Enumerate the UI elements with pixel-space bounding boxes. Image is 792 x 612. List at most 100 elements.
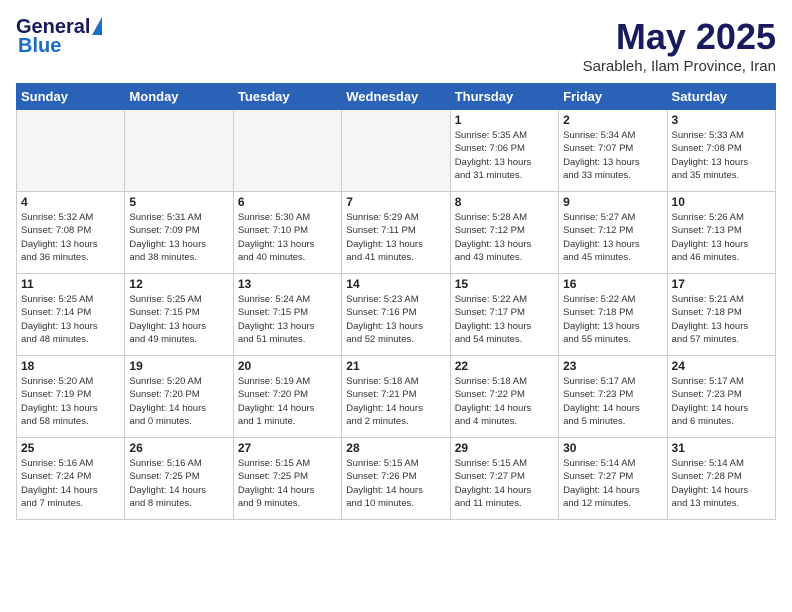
day-info: Sunrise: 5:33 AM Sunset: 7:08 PM Dayligh… — [672, 129, 771, 182]
calendar-day-cell: 12 Sunrise: 5:25 AM Sunset: 7:15 PM Dayli… — [125, 274, 233, 356]
calendar-day-cell: 18 Sunrise: 5:20 AM Sunset: 7:19 PM Dayli… — [17, 356, 125, 438]
month-title: May 2025 — [583, 16, 776, 58]
calendar-day-cell: 2 Sunrise: 5:34 AM Sunset: 7:07 PM Daylig… — [559, 110, 667, 192]
day-info: Sunrise: 5:30 AM Sunset: 7:10 PM Dayligh… — [238, 211, 337, 264]
day-number: 2 — [563, 113, 662, 127]
day-number: 22 — [455, 359, 554, 373]
day-number: 18 — [21, 359, 120, 373]
calendar-day-cell: 24 Sunrise: 5:17 AM Sunset: 7:23 PM Dayli… — [667, 356, 775, 438]
day-info: Sunrise: 5:16 AM Sunset: 7:25 PM Dayligh… — [129, 457, 228, 510]
calendar-weekday-monday: Monday — [125, 84, 233, 110]
calendar-day-cell: 21 Sunrise: 5:18 AM Sunset: 7:21 PM Dayli… — [342, 356, 450, 438]
day-info: Sunrise: 5:27 AM Sunset: 7:12 PM Dayligh… — [563, 211, 662, 264]
day-number: 27 — [238, 441, 337, 455]
calendar-day-cell: 23Sunrise: 5:17 AM Sunset: 7:23 PM Dayli… — [559, 356, 667, 438]
calendar-day-cell: 1 Sunrise: 5:35 AM Sunset: 7:06 PM Daylig… — [450, 110, 558, 192]
day-number: 30 — [563, 441, 662, 455]
day-info: Sunrise: 5:15 AM Sunset: 7:25 PM Dayligh… — [238, 457, 337, 510]
calendar-day-cell — [125, 110, 233, 192]
calendar-day-cell: 30 Sunrise: 5:14 AM Sunset: 7:27 PM Dayli… — [559, 438, 667, 520]
calendar-week-row: 25Sunrise: 5:16 AM Sunset: 7:24 PM Dayli… — [17, 438, 776, 520]
day-number: 3 — [672, 113, 771, 127]
page-header: General Blue May 2025 Sarableh, Ilam Pro… — [16, 16, 776, 75]
calendar-day-cell: 22 Sunrise: 5:18 AM Sunset: 7:22 PM Dayli… — [450, 356, 558, 438]
day-info: Sunrise: 5:22 AM Sunset: 7:18 PM Dayligh… — [563, 293, 662, 346]
calendar-day-cell: 4 Sunrise: 5:32 AM Sunset: 7:08 PM Daylig… — [17, 192, 125, 274]
logo-triangle-icon — [92, 17, 102, 35]
day-info: Sunrise: 5:18 AM Sunset: 7:22 PM Dayligh… — [455, 375, 554, 428]
day-number: 31 — [672, 441, 771, 455]
day-number: 12 — [129, 277, 228, 291]
calendar-weekday-tuesday: Tuesday — [233, 84, 341, 110]
day-number: 10 — [672, 195, 771, 209]
calendar-day-cell — [342, 110, 450, 192]
calendar-day-cell: 20Sunrise: 5:19 AM Sunset: 7:20 PM Dayli… — [233, 356, 341, 438]
day-info: Sunrise: 5:32 AM Sunset: 7:08 PM Dayligh… — [21, 211, 120, 264]
day-info: Sunrise: 5:25 AM Sunset: 7:15 PM Dayligh… — [129, 293, 228, 346]
calendar-day-cell: 15 Sunrise: 5:22 AM Sunset: 7:17 PM Dayli… — [450, 274, 558, 356]
logo: General Blue — [16, 16, 102, 58]
calendar-day-cell — [17, 110, 125, 192]
calendar-day-cell — [233, 110, 341, 192]
day-number: 4 — [21, 195, 120, 209]
calendar-day-cell: 10 Sunrise: 5:26 AM Sunset: 7:13 PM Dayli… — [667, 192, 775, 274]
day-number: 24 — [672, 359, 771, 373]
day-info: Sunrise: 5:20 AM Sunset: 7:20 PM Dayligh… — [129, 375, 228, 428]
day-number: 7 — [346, 195, 445, 209]
day-info: Sunrise: 5:22 AM Sunset: 7:17 PM Dayligh… — [455, 293, 554, 346]
day-info: Sunrise: 5:26 AM Sunset: 7:13 PM Dayligh… — [672, 211, 771, 264]
calendar-day-cell: 9 Sunrise: 5:27 AM Sunset: 7:12 PM Daylig… — [559, 192, 667, 274]
day-number: 26 — [129, 441, 228, 455]
day-number: 6 — [238, 195, 337, 209]
day-info: Sunrise: 5:31 AM Sunset: 7:09 PM Dayligh… — [129, 211, 228, 264]
day-number: 11 — [21, 277, 120, 291]
calendar-weekday-thursday: Thursday — [450, 84, 558, 110]
day-number: 17 — [672, 277, 771, 291]
calendar-day-cell: 11 Sunrise: 5:25 AM Sunset: 7:14 PM Dayli… — [17, 274, 125, 356]
calendar-week-row: 1 Sunrise: 5:35 AM Sunset: 7:06 PM Daylig… — [17, 110, 776, 192]
day-number: 28 — [346, 441, 445, 455]
calendar-day-cell: 25Sunrise: 5:16 AM Sunset: 7:24 PM Dayli… — [17, 438, 125, 520]
day-info: Sunrise: 5:15 AM Sunset: 7:26 PM Dayligh… — [346, 457, 445, 510]
calendar-day-cell: 14Sunrise: 5:23 AM Sunset: 7:16 PM Dayli… — [342, 274, 450, 356]
day-number: 21 — [346, 359, 445, 373]
calendar-weekday-saturday: Saturday — [667, 84, 775, 110]
calendar-day-cell: 3 Sunrise: 5:33 AM Sunset: 7:08 PM Daylig… — [667, 110, 775, 192]
calendar-day-cell: 28 Sunrise: 5:15 AM Sunset: 7:26 PM Dayli… — [342, 438, 450, 520]
calendar-day-cell: 13Sunrise: 5:24 AM Sunset: 7:15 PM Dayli… — [233, 274, 341, 356]
day-info: Sunrise: 5:21 AM Sunset: 7:18 PM Dayligh… — [672, 293, 771, 346]
day-number: 23 — [563, 359, 662, 373]
day-number: 25 — [21, 441, 120, 455]
day-info: Sunrise: 5:35 AM Sunset: 7:06 PM Dayligh… — [455, 129, 554, 182]
calendar-day-cell: 16 Sunrise: 5:22 AM Sunset: 7:18 PM Dayli… — [559, 274, 667, 356]
day-number: 9 — [563, 195, 662, 209]
calendar-day-cell: 6 Sunrise: 5:30 AM Sunset: 7:10 PM Daylig… — [233, 192, 341, 274]
calendar-day-cell: 27 Sunrise: 5:15 AM Sunset: 7:25 PM Dayli… — [233, 438, 341, 520]
calendar-day-cell: 8Sunrise: 5:28 AM Sunset: 7:12 PM Daylig… — [450, 192, 558, 274]
calendar-day-cell: 5 Sunrise: 5:31 AM Sunset: 7:09 PM Daylig… — [125, 192, 233, 274]
calendar-day-cell: 7Sunrise: 5:29 AM Sunset: 7:11 PM Daylig… — [342, 192, 450, 274]
calendar-weekday-wednesday: Wednesday — [342, 84, 450, 110]
calendar-day-cell: 17 Sunrise: 5:21 AM Sunset: 7:18 PM Dayli… — [667, 274, 775, 356]
logo-blue: Blue — [18, 35, 61, 58]
calendar-day-cell: 31 Sunrise: 5:14 AM Sunset: 7:28 PM Dayli… — [667, 438, 775, 520]
day-info: Sunrise: 5:25 AM Sunset: 7:14 PM Dayligh… — [21, 293, 120, 346]
day-info: Sunrise: 5:17 AM Sunset: 7:23 PM Dayligh… — [672, 375, 771, 428]
day-number: 8 — [455, 195, 554, 209]
calendar-day-cell: 26 Sunrise: 5:16 AM Sunset: 7:25 PM Dayli… — [125, 438, 233, 520]
day-info: Sunrise: 5:34 AM Sunset: 7:07 PM Dayligh… — [563, 129, 662, 182]
title-block: May 2025 Sarableh, Ilam Province, Iran — [583, 16, 776, 75]
day-info: Sunrise: 5:20 AM Sunset: 7:19 PM Dayligh… — [21, 375, 120, 428]
day-number: 13 — [238, 277, 337, 291]
day-number: 15 — [455, 277, 554, 291]
day-info: Sunrise: 5:18 AM Sunset: 7:21 PM Dayligh… — [346, 375, 445, 428]
calendar-week-row: 4 Sunrise: 5:32 AM Sunset: 7:08 PM Daylig… — [17, 192, 776, 274]
calendar-week-row: 18 Sunrise: 5:20 AM Sunset: 7:19 PM Dayli… — [17, 356, 776, 438]
day-info: Sunrise: 5:14 AM Sunset: 7:28 PM Dayligh… — [672, 457, 771, 510]
day-number: 16 — [563, 277, 662, 291]
day-number: 1 — [455, 113, 554, 127]
day-info: Sunrise: 5:15 AM Sunset: 7:27 PM Dayligh… — [455, 457, 554, 510]
day-number: 5 — [129, 195, 228, 209]
calendar-header-row: SundayMondayTuesdayWednesdayThursdayFrid… — [17, 84, 776, 110]
day-info: Sunrise: 5:14 AM Sunset: 7:27 PM Dayligh… — [563, 457, 662, 510]
